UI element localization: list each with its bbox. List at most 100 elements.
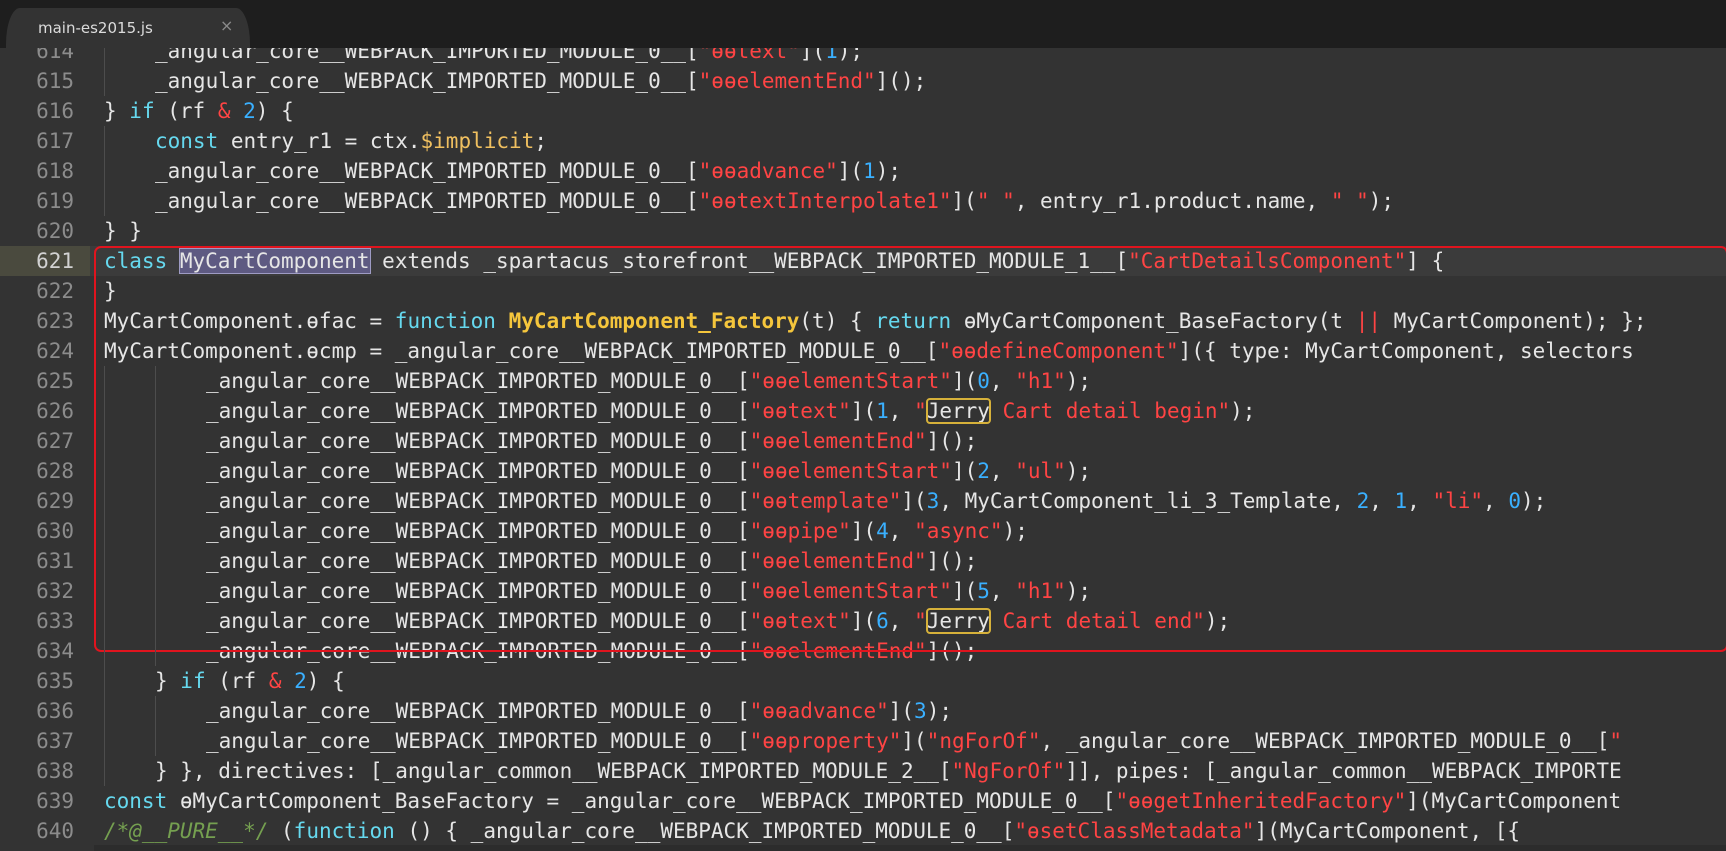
code-line[interactable]: 615 _angular_core__WEBPACK_IMPORTED_MODUL… [0, 66, 1726, 96]
line-number: 630 [36, 519, 74, 543]
code-editor[interactable]: 614 _angular_core__WEBPACK_IMPORTED_MODUL… [0, 48, 1726, 851]
code-line[interactable]: 618 _angular_core__WEBPACK_IMPORTED_MODUL… [0, 156, 1726, 186]
code-token: ); [1230, 399, 1256, 423]
horizontal-scrollbar[interactable] [94, 845, 1726, 851]
code-line[interactable]: 634 _angular_core__WEBPACK_IMPORTED_MODUL… [0, 636, 1726, 666]
code-token: , [888, 519, 915, 543]
code-line[interactable]: 637 _angular_core__WEBPACK_IMPORTED_MODUL… [0, 726, 1726, 756]
code-token: , [1407, 489, 1433, 513]
code-text: /*@__PURE__*/ (function () { _angular_co… [104, 819, 1520, 843]
code-token: "ɵɵpipe" [749, 519, 851, 543]
code-token: "ɵɵtext" [749, 399, 851, 423]
code-line[interactable]: 621 class MyCartComponent extends _sparta… [0, 246, 1726, 276]
code-token: _angular_core__WEBPACK_IMPORTED_MODULE_0… [155, 189, 699, 213]
code-token: & [268, 669, 282, 693]
indent-guide [104, 186, 105, 216]
code-text: _angular_core__WEBPACK_IMPORTED_MODULE_0… [206, 608, 1231, 634]
code-token: /*@__PURE__*/ [104, 819, 269, 843]
code-line[interactable]: 633 _angular_core__WEBPACK_IMPORTED_MODUL… [0, 606, 1726, 636]
code-line[interactable]: 631 _angular_core__WEBPACK_IMPORTED_MODUL… [0, 546, 1726, 576]
code-token: _angular_core__WEBPACK_IMPORTED_MODULE_0… [206, 609, 750, 633]
code-token: ) { [306, 669, 345, 693]
code-line[interactable]: 640 /*@__PURE__*/ (function () { _angular… [0, 816, 1726, 846]
line-number: 632 [36, 579, 74, 603]
code-line[interactable]: 616} if (rf & 2) { [0, 96, 1726, 126]
code-line[interactable]: 639 const ɵMyCartComponent_BaseFactory = … [0, 786, 1726, 816]
code-token: _angular_core__WEBPACK_IMPORTED_MODULE_0… [206, 519, 750, 543]
line-number-cell: 619 [0, 186, 90, 216]
code-token: 1 [876, 399, 889, 423]
code-token: } }, directives: [_angular_common__WEBPA… [155, 759, 952, 783]
code-line[interactable]: 638} }, directives: [_angular_common__WE… [0, 756, 1726, 786]
code-line[interactable]: 626 _angular_core__WEBPACK_IMPORTED_MODUL… [0, 396, 1726, 426]
code-token: , [989, 579, 1016, 603]
code-line[interactable]: 622} [0, 276, 1726, 306]
code-token: ]( [850, 399, 877, 423]
line-number-cell: 635 [0, 666, 90, 696]
code-line[interactable]: 629 _angular_core__WEBPACK_IMPORTED_MODUL… [0, 486, 1726, 516]
code-token: , MyCartComponent_li_3_Template, [939, 489, 1357, 513]
code-token: ( [268, 819, 294, 843]
code-token: ]( [951, 369, 978, 393]
code-line[interactable]: 620} } [0, 216, 1726, 246]
code-line[interactable]: 624 MyCartComponent.ɵcmp = _angular_core_… [0, 336, 1726, 366]
line-number: 634 [36, 639, 74, 663]
selected-text: MyCartComponent [178, 248, 371, 274]
code-text: _angular_core__WEBPACK_IMPORTED_MODULE_0… [206, 489, 1546, 513]
code-token: , entry_r1.product.name, [1014, 189, 1331, 213]
code-token: _angular_core__WEBPACK_IMPORTED_MODULE_0… [206, 399, 750, 423]
code-text: _angular_core__WEBPACK_IMPORTED_MODULE_0… [206, 398, 1256, 424]
line-number-cell: 615 [0, 66, 90, 96]
code-token: , [989, 459, 1016, 483]
line-number: 617 [36, 129, 74, 153]
code-token: ]({ type: MyCartComponent, selectors [1178, 339, 1634, 363]
indent-guide [155, 396, 156, 426]
code-line[interactable]: 625 _angular_core__WEBPACK_IMPORTED_MODUL… [0, 366, 1726, 396]
line-number-cell: 636 [0, 696, 90, 726]
code-text: _angular_core__WEBPACK_IMPORTED_MODULE_0… [206, 429, 977, 453]
code-line[interactable]: 627 _angular_core__WEBPACK_IMPORTED_MODUL… [0, 426, 1726, 456]
line-number-cell: 626 [0, 396, 90, 426]
code-token: } [104, 99, 130, 123]
line-number-cell: 634 [0, 636, 90, 666]
code-text: _angular_core__WEBPACK_IMPORTED_MODULE_0… [206, 699, 952, 723]
code-token: , _angular_core__WEBPACK_IMPORTED_MODULE… [1040, 729, 1610, 753]
code-token: "ɵɵelementEnd" [698, 69, 876, 93]
tab-main-es2015[interactable]: main-es2015.js × [6, 8, 250, 48]
line-number-cell: 632 [0, 576, 90, 606]
code-token: ]], pipes: [_angular_common__WEBPACK_IMP… [1065, 759, 1622, 783]
code-token: ); [875, 159, 901, 183]
line-number-cell: 614 [0, 48, 90, 66]
code-line[interactable]: 628 _angular_core__WEBPACK_IMPORTED_MODUL… [0, 456, 1726, 486]
indent-guide [104, 516, 105, 546]
code-line[interactable]: 617 const entry_r1 = ctx.$implicit; [0, 126, 1726, 156]
code-line[interactable]: 619 _angular_core__WEBPACK_IMPORTED_MODUL… [0, 186, 1726, 216]
code-line[interactable]: 636 _angular_core__WEBPACK_IMPORTED_MODUL… [0, 696, 1726, 726]
code-token: ; [534, 129, 547, 153]
code-token: _angular_core__WEBPACK_IMPORTED_MODULE_0… [206, 639, 750, 663]
code-text: _angular_core__WEBPACK_IMPORTED_MODULE_0… [155, 48, 863, 63]
code-token: "async" [914, 519, 1003, 543]
code-token: 6 [876, 609, 889, 633]
code-text: _angular_core__WEBPACK_IMPORTED_MODULE_0… [206, 519, 1028, 543]
code-line[interactable]: 623 MyCartComponent.ɵfac = function MyCar… [0, 306, 1726, 336]
code-token: " [1609, 729, 1623, 753]
line-number: 629 [36, 489, 74, 513]
code-token: class [104, 249, 168, 273]
code-token: " [914, 399, 927, 423]
line-number: 614 [36, 48, 74, 63]
code-token: ); [1002, 519, 1028, 543]
code-line[interactable]: 632 _angular_core__WEBPACK_IMPORTED_MODUL… [0, 576, 1726, 606]
code-text: } [104, 279, 117, 303]
line-number: 637 [36, 729, 74, 753]
code-token: , [1483, 489, 1509, 513]
code-line[interactable]: 630 _angular_core__WEBPACK_IMPORTED_MODUL… [0, 516, 1726, 546]
code-line[interactable]: 635} if (rf & 2) { [0, 666, 1726, 696]
indent-guide [104, 156, 105, 186]
code-token: ); [1204, 609, 1231, 633]
code-token: $implicit [420, 129, 535, 153]
line-number-cell: 640 [0, 816, 90, 846]
code-line[interactable]: 614 _angular_core__WEBPACK_IMPORTED_MODUL… [0, 48, 1726, 66]
close-icon[interactable]: × [220, 16, 233, 35]
